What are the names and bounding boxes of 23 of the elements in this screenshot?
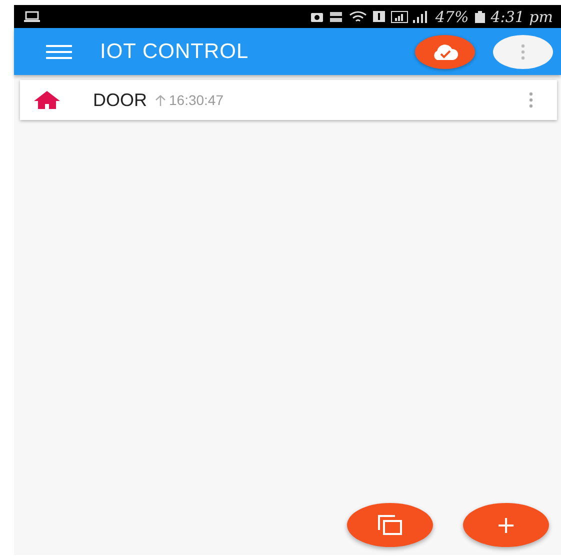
wifi-icon	[349, 10, 368, 22]
cloud-check-icon	[431, 42, 459, 60]
more-vertical-icon	[521, 44, 525, 60]
cloud-sync-button[interactable]	[415, 34, 475, 68]
camera-icon	[311, 11, 324, 22]
copy-button[interactable]	[347, 503, 433, 547]
update-time: 16:30:47	[169, 92, 224, 108]
device-card[interactable]: DOOR 16:30:47	[20, 80, 557, 120]
more-vertical-icon	[529, 92, 533, 108]
laptop-icon	[24, 11, 40, 22]
menu-icon	[46, 44, 72, 58]
arrow-up-icon	[155, 94, 166, 106]
home-icon	[34, 91, 60, 109]
card-menu-button[interactable]	[529, 92, 533, 108]
copy-icon	[377, 514, 403, 536]
battery-icon	[474, 10, 485, 22]
menu-button[interactable]	[46, 44, 72, 58]
device-name: DOOR	[93, 90, 147, 110]
sim-icon	[373, 11, 386, 22]
app-title: IOT CONTROL	[100, 40, 250, 64]
signal-icon	[391, 10, 430, 22]
battery-percent: 47%	[435, 8, 469, 26]
clock: 4:31 pm	[490, 8, 553, 26]
